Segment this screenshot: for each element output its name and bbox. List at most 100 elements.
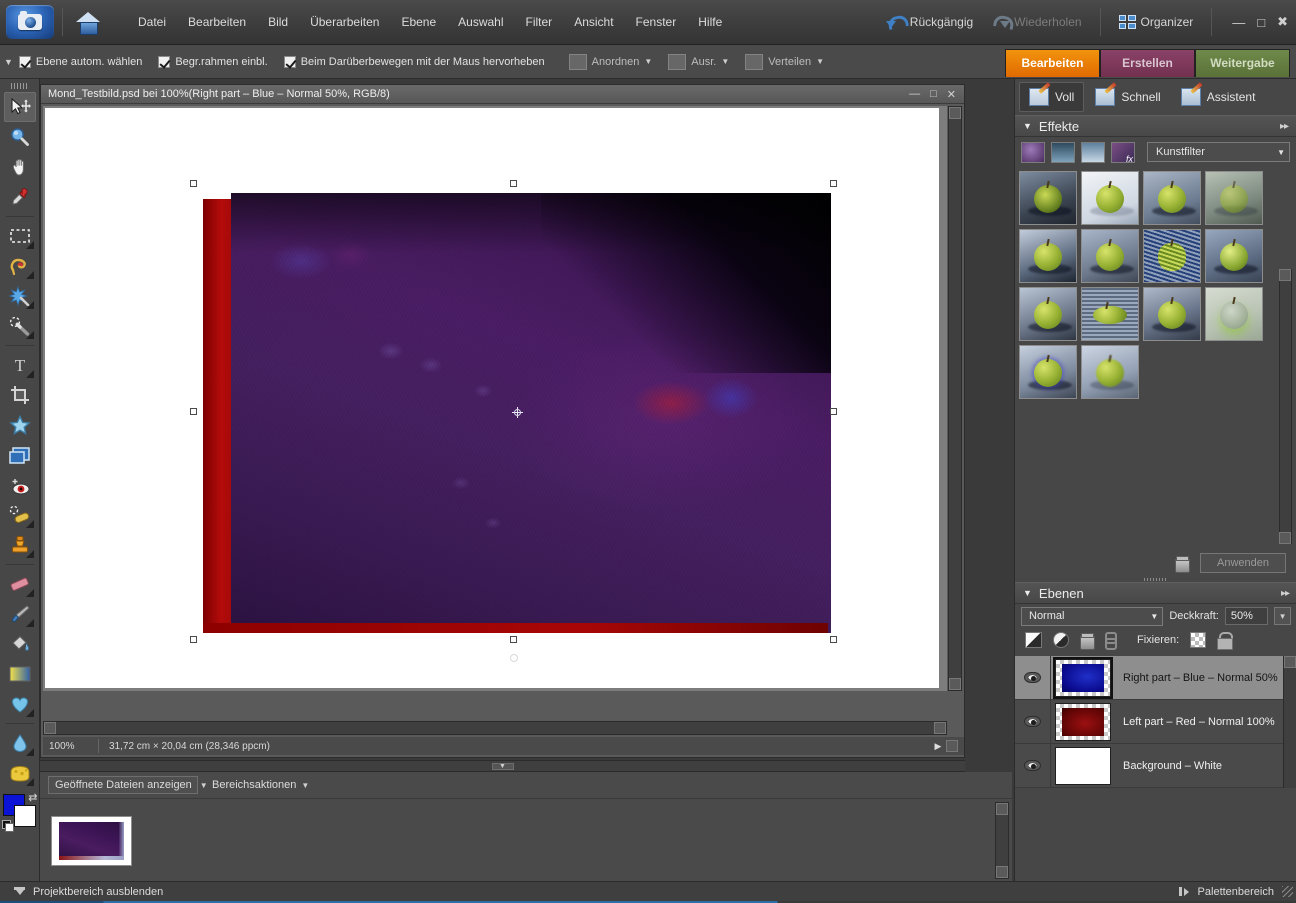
eraser-tool[interactable] [4, 569, 36, 599]
window-minimize-button[interactable]: — [1232, 15, 1245, 30]
effect-thumbnail[interactable] [1143, 287, 1201, 341]
window-maximize-button[interactable]: □ [1257, 15, 1265, 30]
delete-layer-icon[interactable] [1080, 633, 1093, 648]
opacity-dropdown-icon[interactable]: ▼ [1274, 607, 1291, 625]
status-resize-handle[interactable] [946, 740, 958, 752]
fx-icon[interactable] [1111, 142, 1135, 163]
show-open-files-combo[interactable]: Geöffnete Dateien anzeigen ▼ [48, 776, 198, 794]
window-resize-grip[interactable] [1282, 886, 1293, 897]
effect-thumbnail[interactable] [1081, 345, 1139, 399]
mode-assistent[interactable]: Assistent [1172, 82, 1265, 112]
menu-filter[interactable]: Filter [515, 11, 564, 33]
lock-transparency-icon[interactable] [1190, 632, 1206, 648]
distribute-menu[interactable]: Verteilen ▼ [745, 54, 824, 70]
trash-icon[interactable] [1175, 556, 1188, 571]
photo-effects-icon[interactable] [1081, 142, 1105, 163]
move-tool[interactable] [4, 92, 36, 122]
menu-bearbeiten[interactable]: Bearbeiten [177, 11, 257, 33]
brush-tool[interactable] [4, 599, 36, 629]
type-tool[interactable]: T [4, 350, 36, 380]
effects-panel-header[interactable]: ▼ Effekte ▸▸ [1015, 115, 1296, 137]
background-color-swatch[interactable] [14, 805, 36, 827]
zoom-level[interactable]: 100% [43, 741, 98, 752]
transform-handle-tr[interactable] [830, 180, 837, 187]
transform-handle-bc[interactable] [510, 636, 517, 643]
layer-thumbnail[interactable] [1055, 747, 1111, 785]
tab-erstellen[interactable]: Erstellen [1100, 49, 1195, 77]
menu-auswahl[interactable]: Auswahl [447, 11, 514, 33]
layer-thumbnail[interactable] [1055, 703, 1111, 741]
checkbox-show-bounding-box[interactable]: Begr.rahmen einbl. [158, 56, 267, 68]
project-bin-thumbnail[interactable] [51, 816, 132, 866]
window-close-button[interactable]: ✖ [1277, 14, 1288, 30]
align-menu[interactable]: Ausr. ▼ [668, 54, 729, 70]
scroll-up-button[interactable] [1284, 656, 1296, 668]
chevron-down-icon[interactable]: ▼ [1023, 121, 1032, 131]
scroll-down-button[interactable] [1279, 532, 1291, 544]
status-menu-icon[interactable]: ▶ [930, 741, 946, 752]
transform-handle-mr[interactable] [830, 408, 837, 415]
mode-schnell[interactable]: Schnell [1086, 82, 1169, 112]
layer-mask-icon[interactable] [1053, 632, 1069, 648]
bin-actions-menu[interactable]: Bereichsaktionen ▼ [212, 779, 309, 791]
table-row[interactable]: Background – White [1015, 744, 1296, 788]
collapse-nub-icon[interactable]: ▼ [492, 763, 514, 770]
scroll-left-button[interactable] [44, 722, 56, 734]
menu-ueberarbeiten[interactable]: Überarbeiten [299, 11, 390, 33]
effect-thumbnail[interactable] [1205, 287, 1263, 341]
sponge-tool[interactable] [4, 758, 36, 788]
effect-thumbnail[interactable] [1019, 287, 1077, 341]
hide-project-bin-button[interactable]: Projektbereich ausblenden [33, 886, 163, 898]
scroll-right-button[interactable] [934, 722, 946, 734]
effect-thumbnail[interactable] [1143, 171, 1201, 225]
eyedropper-tool[interactable] [4, 182, 36, 212]
clone-stamp-tool[interactable] [4, 530, 36, 560]
arrange-menu[interactable]: Anordnen ▼ [569, 54, 653, 70]
transform-handle-br[interactable] [830, 636, 837, 643]
filters-icon[interactable] [1021, 142, 1045, 163]
table-row[interactable]: Left part – Red – Normal 100% [1015, 700, 1296, 744]
effect-thumbnail[interactable] [1019, 171, 1077, 225]
effects-scrollbar[interactable] [1279, 269, 1292, 544]
effect-thumbnail[interactable] [1019, 229, 1077, 283]
menu-fenster[interactable]: Fenster [625, 11, 688, 33]
blur-tool[interactable] [4, 728, 36, 758]
effect-thumbnail[interactable] [1143, 229, 1201, 283]
undo-button[interactable]: Rückgängig [879, 10, 981, 34]
document-maximize-button[interactable]: □ [930, 88, 937, 101]
document-close-button[interactable]: ✕ [947, 88, 956, 101]
checkbox-highlight-on-hover[interactable]: Beim Darüberbewegen mit der Maus hervorh… [284, 56, 545, 68]
canvas-vertical-scrollbar[interactable] [948, 106, 962, 691]
transform-handle-bl[interactable] [190, 636, 197, 643]
palette-bin-button[interactable]: Palettenbereich [1198, 886, 1274, 898]
selection-brush-tool[interactable] [4, 311, 36, 341]
effect-thumbnail[interactable] [1081, 287, 1139, 341]
straighten-tool[interactable] [4, 440, 36, 470]
scroll-up-button[interactable] [949, 107, 961, 119]
rectangular-marquee-tool[interactable] [4, 221, 36, 251]
options-collapse-icon[interactable]: ▼ [4, 57, 13, 67]
layer-visibility-toggle[interactable] [1015, 744, 1051, 787]
canvas-horizontal-scrollbar[interactable] [43, 721, 947, 735]
zoom-tool[interactable] [4, 122, 36, 152]
layer-visibility-toggle[interactable] [1015, 700, 1051, 743]
crop-tool[interactable] [4, 380, 36, 410]
layer-styles-icon[interactable] [1051, 142, 1075, 163]
scroll-down-button[interactable] [949, 678, 961, 690]
effect-thumbnail[interactable] [1205, 229, 1263, 283]
scroll-up-button[interactable] [1279, 269, 1291, 281]
menu-ebene[interactable]: Ebene [390, 11, 447, 33]
effect-thumbnail[interactable] [1081, 171, 1139, 225]
document-title-bar[interactable]: Mond_Testbild.psd bei 100%(Right part – … [41, 85, 964, 104]
menu-datei[interactable]: Datei [127, 11, 177, 33]
layer-visibility-toggle[interactable] [1015, 656, 1051, 699]
chevron-down-icon[interactable]: ▼ [1023, 588, 1032, 598]
checkbox-auto-select-layer[interactable]: Ebene autom. wählen [19, 56, 142, 68]
blend-mode-combo[interactable]: Normal ▼ [1021, 607, 1163, 626]
paint-bucket-tool[interactable] [4, 629, 36, 659]
lock-all-icon[interactable] [1217, 632, 1231, 648]
mode-voll[interactable]: Voll [1019, 82, 1084, 112]
effect-thumbnail[interactable] [1205, 171, 1263, 225]
effects-category-combo[interactable]: Kunstfilter ▼ [1147, 142, 1290, 162]
lasso-tool[interactable] [4, 251, 36, 281]
